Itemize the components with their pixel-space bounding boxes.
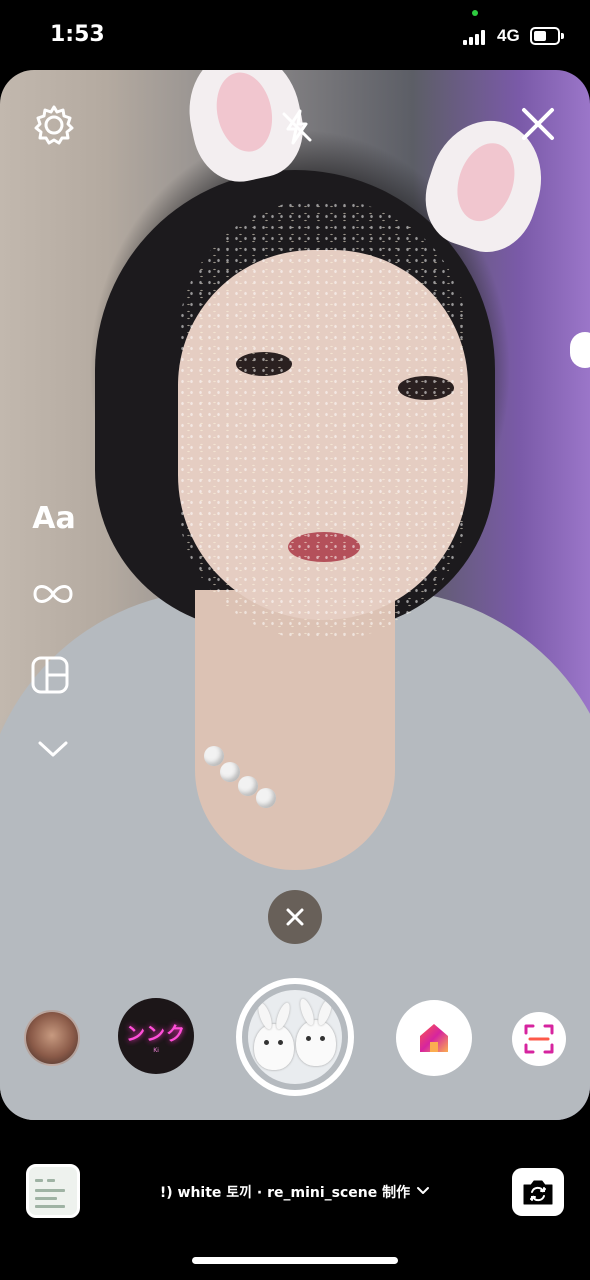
neon-effect-text: ンンク [125,1022,186,1045]
neon-effect-subtext: Ki [153,1047,159,1054]
signal-strength-icon [463,29,489,45]
layout-grid-icon[interactable] [30,655,70,695]
close-icon[interactable] [518,104,558,144]
sparkle-filter-overlay [178,200,468,640]
zoom-slider-handle[interactable] [570,332,590,368]
scan-icon[interactable] [512,1012,566,1066]
effect-thumbnail-neon[interactable]: ンンク Ki [118,998,194,1074]
gallery-thumbnail[interactable] [26,1164,80,1218]
effect-name-label: !) white 토끼 · re_mini_scene 制作 [159,1185,411,1201]
home-icon[interactable] [396,1000,472,1076]
chevron-down-icon [416,1183,430,1201]
status-time: 1:53 [50,22,105,47]
camera-preview[interactable] [0,70,590,1120]
camera-flip-icon[interactable] [512,1168,564,1216]
effect-thumbnail-face[interactable] [24,1010,80,1066]
flash-off-icon[interactable] [276,106,318,148]
privacy-indicator-dot [472,10,478,16]
gear-icon[interactable] [32,103,76,147]
status-bar: 1:53 4G [0,0,590,70]
selected-effect-bunnies[interactable] [248,990,342,1084]
effect-name-selector[interactable]: !) white 토끼 · re_mini_scene 制作 [130,1180,460,1204]
network-type: 4G [497,26,520,45]
infinity-icon[interactable] [30,576,76,612]
create-text-button[interactable]: Aa [30,498,78,538]
close-effect-button[interactable] [268,890,322,944]
home-indicator[interactable] [192,1257,398,1264]
chevron-down-icon[interactable] [30,732,76,766]
battery-icon [530,27,564,45]
